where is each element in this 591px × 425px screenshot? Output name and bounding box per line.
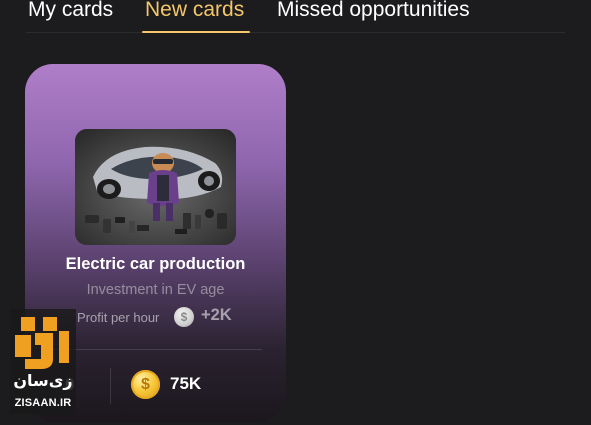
card-tabs: My cards New cards Missed opportunities	[0, 0, 591, 34]
card-divider	[51, 349, 262, 350]
card-subtitle: Investment in EV age	[86, 282, 225, 298]
watermark-persian-text: زی‌سان	[13, 371, 73, 390]
card-illustration	[75, 129, 236, 245]
tab-new-cards[interactable]: New cards	[145, 0, 244, 23]
card-title: Electric car production	[65, 255, 246, 273]
hamster-car-illustration-icon	[75, 129, 236, 245]
cards-screen: My cards New cards Missed opportunities	[0, 0, 591, 425]
watermark-site: ZISAAN.IR	[14, 397, 72, 409]
active-tab-indicator	[142, 31, 250, 33]
coin-icon: $	[174, 307, 194, 327]
zisaan-logo-icon	[15, 317, 69, 369]
tab-missed-opportunities[interactable]: Missed opportunities	[277, 0, 470, 23]
profit-per-hour-label: Profit per hour	[77, 310, 160, 325]
card-price: 75K	[170, 374, 202, 393]
profit-per-hour-value: +2K	[201, 306, 232, 324]
tab-my-cards[interactable]: My cards	[28, 0, 113, 23]
watermark-logo: زی‌سان ZISAAN.IR	[10, 309, 76, 414]
card-footer-divider	[110, 368, 111, 404]
gold-coin-icon: $	[131, 370, 160, 399]
tabs-divider	[26, 32, 565, 33]
